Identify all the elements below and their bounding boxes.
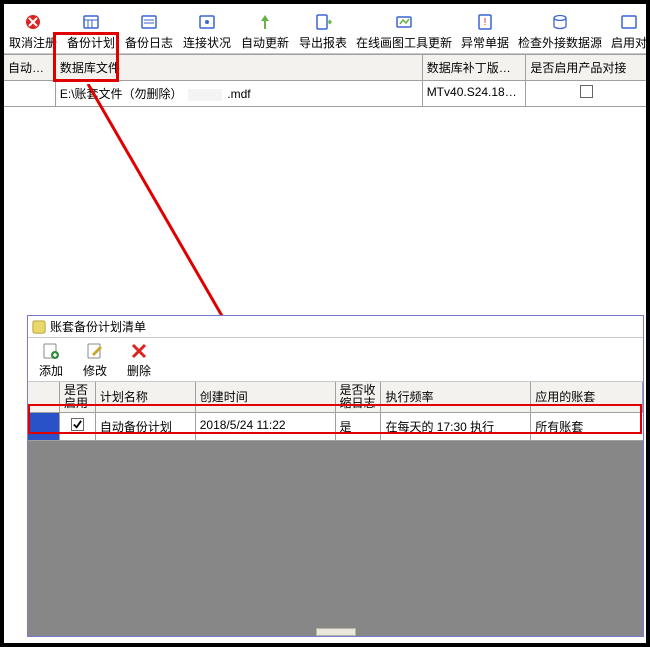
cell-enabled[interactable] [60, 413, 96, 440]
cell-create-time: 2018/5/24 11:22 [196, 413, 336, 440]
app-icon [32, 320, 46, 334]
col-create-time[interactable]: 创建时间 [196, 382, 336, 412]
col-auto-upgrade[interactable]: 自动升级 [4, 55, 56, 80]
col-shrink-log[interactable]: 是否收 缩日志 [336, 382, 382, 412]
grid1-header: 自动升级 数据库文件 数据库补丁版本号 是否启用产品对接 [4, 55, 646, 81]
row-selector-cell[interactable] [28, 413, 60, 440]
cell-frequency: 在每天的 17:30 执行 [381, 413, 531, 440]
alert-icon: ! [475, 12, 495, 32]
edit-button[interactable]: 修改 [78, 342, 112, 379]
export-icon [313, 12, 333, 32]
cell-auto-upgrade [4, 81, 56, 106]
svg-text:!: ! [484, 17, 487, 28]
online-drawing-update-button[interactable]: 在线画图工具更新 [354, 10, 454, 53]
export-report-button[interactable]: 导出报表 [296, 10, 350, 53]
calendar-icon [81, 12, 101, 32]
add-icon [42, 342, 60, 360]
database-check-icon [550, 12, 570, 32]
cell-applied-account: 所有账套 [531, 413, 643, 440]
cell-enable-product[interactable] [526, 81, 646, 106]
delete-icon [130, 342, 148, 360]
delete-button[interactable]: 删除 [122, 342, 156, 379]
col-row-selector[interactable] [28, 382, 60, 412]
cell-shrink-log: 是 [336, 413, 382, 440]
abnormal-order-button[interactable]: ! 异常单据 [458, 10, 512, 53]
backup-plan-list-window: 账套备份计划清单 添加 修改 删除 是否 启用 [27, 315, 644, 637]
grid2-row[interactable]: 自动备份计划 2018/5/24 11:22 是 在每天的 17:30 执行 所… [28, 413, 643, 441]
backup-plan-button[interactable]: 备份计划 [64, 10, 118, 53]
edit-icon [86, 342, 104, 360]
cancel-register-button[interactable]: 取消注册 [6, 10, 60, 53]
connection-status-button[interactable]: 连接状况 [180, 10, 234, 53]
auto-update-button[interactable]: 自动更新 [238, 10, 292, 53]
grid-icon [619, 12, 639, 32]
update-arrow-icon [255, 12, 275, 32]
connection-icon [197, 12, 217, 32]
cell-plan-name: 自动备份计划 [96, 413, 196, 440]
grid2-empty-area [28, 441, 643, 636]
col-patch-version[interactable]: 数据库补丁版本号 [423, 55, 527, 80]
win2-title: 账套备份计划清单 [50, 318, 146, 335]
online-tool-icon [394, 12, 414, 32]
col-applied-account[interactable]: 应用的账套 [531, 382, 643, 412]
cancel-icon [23, 12, 43, 32]
checkbox-icon[interactable] [580, 85, 593, 98]
col-enable-product[interactable]: 是否启用产品对接 [526, 55, 646, 80]
backup-plan-grid: 是否 启用 计划名称 创建时间 是否收 缩日志 执行频率 应用的账套 自动备份计… [28, 382, 643, 636]
database-file-grid: 自动升级 数据库文件 数据库补丁版本号 是否启用产品对接 E:\账套文件（勿删除… [4, 54, 646, 107]
cell-patch-version: MTv40.S24.180423... [423, 81, 527, 106]
enable-button-truncated[interactable]: 启用对 [608, 10, 650, 53]
win2-titlebar[interactable]: 账套备份计划清单 [28, 316, 643, 338]
col-frequency[interactable]: 执行频率 [381, 382, 531, 412]
checkbox-checked-icon[interactable] [71, 418, 84, 431]
win2-toolbar: 添加 修改 删除 [28, 338, 643, 382]
grid1-row[interactable]: E:\账套文件（勿删除） .mdf MTv40.S24.180423... [4, 81, 646, 107]
resize-handle-icon[interactable] [316, 628, 356, 636]
main-toolbar: 取消注册 备份计划 备份日志 连接状况 自动更新 导出报表 [4, 4, 646, 54]
check-external-db-button[interactable]: 检查外接数据源 [516, 10, 604, 53]
backup-log-button[interactable]: 备份日志 [122, 10, 176, 53]
blurred-segment [188, 89, 222, 101]
grid2-header: 是否 启用 计划名称 创建时间 是否收 缩日志 执行频率 应用的账套 [28, 382, 643, 413]
cell-db-file: E:\账套文件（勿删除） .mdf [56, 81, 423, 106]
col-enabled[interactable]: 是否 启用 [60, 382, 96, 412]
col-db-file[interactable]: 数据库文件 [56, 55, 423, 80]
add-button[interactable]: 添加 [34, 342, 68, 379]
col-plan-name[interactable]: 计划名称 [96, 382, 196, 412]
log-icon [139, 12, 159, 32]
